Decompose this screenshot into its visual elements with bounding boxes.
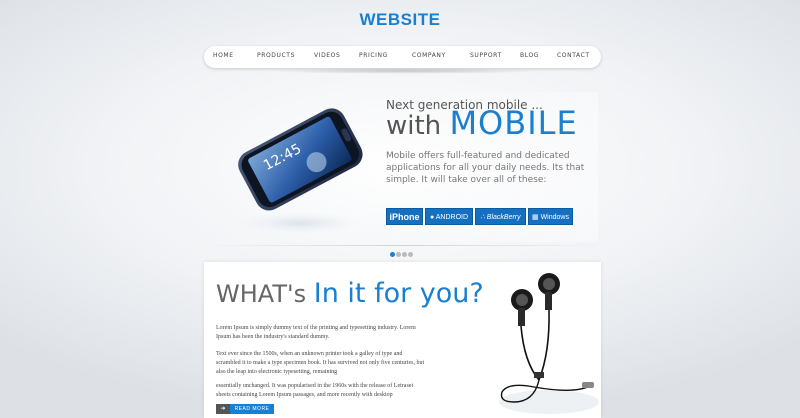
read-more-button[interactable]: ➜ READ MORE: [216, 404, 274, 414]
nav-item-company[interactable]: COMPANY: [412, 52, 446, 59]
platform-android[interactable]: ● ANDROID: [425, 208, 473, 225]
card-heading-pre: WHAT's: [216, 280, 314, 308]
platform-android-label: ANDROID: [435, 214, 469, 221]
content-card: WHAT's In it for you? Lorem Ipsum is sim…: [204, 262, 601, 418]
card-paragraph-3: essentially unchanged. It was popularise…: [216, 383, 414, 398]
earphones-image: [494, 262, 601, 418]
slider-dot-3[interactable]: [402, 252, 407, 257]
main-nav: HOME PRODUCTS VIDEOS PRICING COMPANY SUP…: [204, 46, 601, 68]
blackberry-icon: ∴: [480, 214, 485, 221]
slider-dot-2[interactable]: [396, 252, 401, 257]
nav-item-pricing[interactable]: PRICING: [359, 52, 388, 59]
card-paragraph-2: Text ever since the 1500s, when an unkno…: [216, 351, 425, 375]
card-heading-big: In it for you?: [313, 278, 484, 309]
nav-shadow: [270, 68, 540, 74]
nav-item-support[interactable]: SUPPORT: [470, 52, 502, 59]
site-logo[interactable]: WEBSITE: [0, 10, 800, 30]
platform-blackberry-label: BlackBerry: [486, 214, 521, 221]
nav-item-blog[interactable]: BLOG: [520, 52, 539, 59]
nav-item-contact[interactable]: CONTACT: [557, 52, 590, 59]
nav-item-products[interactable]: PRODUCTS: [257, 52, 295, 59]
platform-windows-label: Windows: [540, 214, 569, 221]
hero-title: with MOBILE: [386, 104, 578, 142]
platform-blackberry[interactable]: ∴ BlackBerry: [475, 208, 526, 225]
hero-title-big: MOBILE: [449, 104, 578, 142]
card-heading: WHAT's In it for you?: [216, 278, 484, 309]
hero-title-pre: with: [386, 111, 450, 141]
nav-item-videos[interactable]: VIDEOS: [314, 52, 340, 59]
phone-image: 12:45: [205, 98, 380, 238]
hero-description: Mobile offers full-featured and dedicate…: [386, 151, 585, 185]
slider-dot-4[interactable]: [408, 252, 413, 257]
platform-iphone[interactable]: iPhone: [386, 208, 423, 225]
windows-icon: ▦: [532, 214, 539, 221]
card-paragraph-1: Lorem Ipsum is simply dummy text of the …: [216, 325, 416, 340]
read-more-label: READ MORE: [230, 404, 274, 414]
android-icon: ●: [429, 214, 435, 221]
platform-windows[interactable]: ▦ Windows: [528, 208, 573, 225]
hero-divider: [204, 245, 601, 246]
arrow-right-icon: ➜: [216, 404, 230, 414]
slider-dot-1[interactable]: [390, 252, 395, 257]
nav-item-home[interactable]: HOME: [213, 52, 234, 59]
